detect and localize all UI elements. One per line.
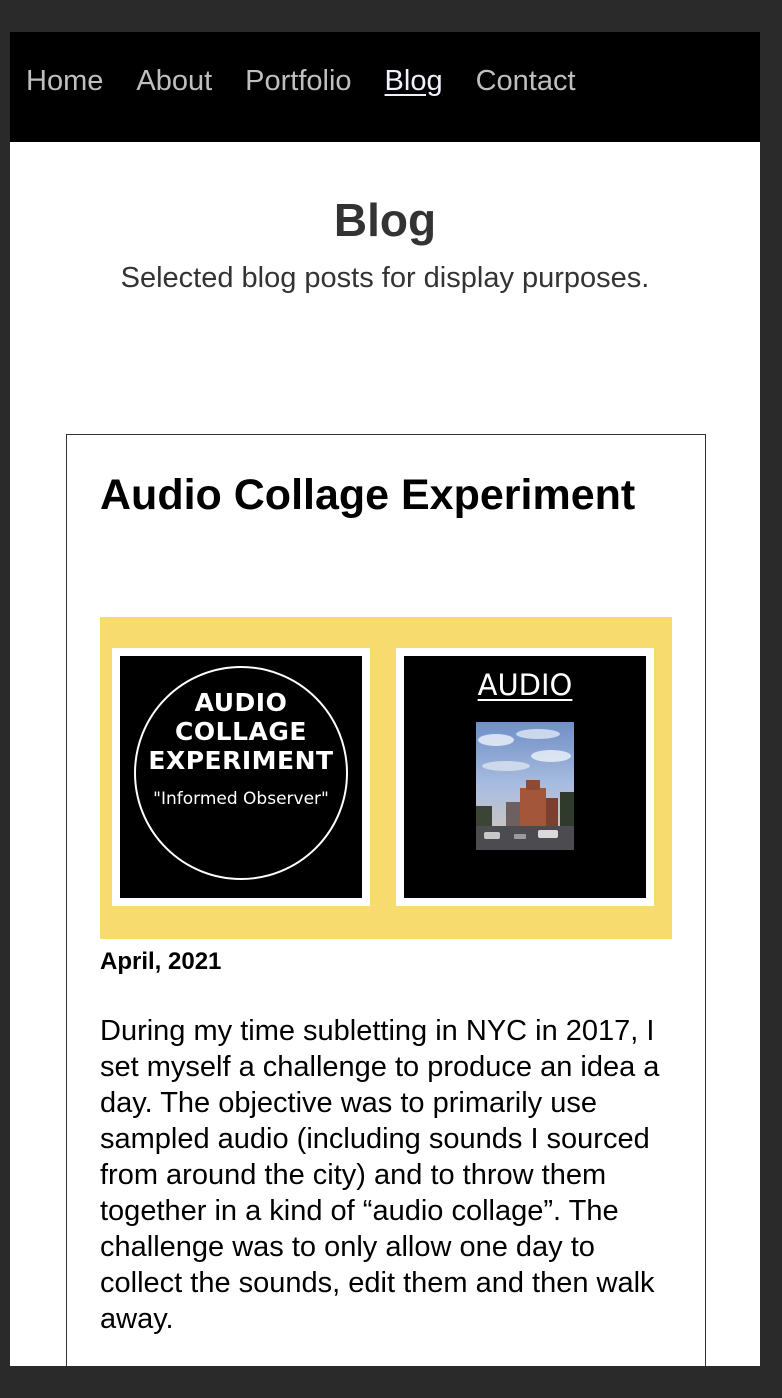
cover-audio-tile: AUDIO (396, 648, 654, 906)
page-subtitle: Selected blog posts for display purposes… (120, 262, 650, 294)
post-cover-image[interactable]: AUDIO COLLAGE EXPERIMENT "Informed Obser… (100, 617, 672, 939)
nav-link-home[interactable]: Home (26, 66, 103, 96)
city-street-photo (476, 722, 574, 850)
nav-link-portfolio[interactable]: Portfolio (245, 66, 351, 96)
cover-audio-background: AUDIO (404, 656, 646, 898)
page-viewport: Home About Portfolio Blog Contact Blog S… (10, 32, 760, 1366)
logo-line-collage: COLLAGE (175, 717, 307, 746)
nav-link-about[interactable]: About (136, 66, 212, 96)
logo-line-experiment: EXPERIMENT (148, 746, 334, 775)
post-body: During my time subletting in NYC in 2017… (100, 1015, 660, 1335)
audio-tile-title: AUDIO (477, 668, 573, 702)
top-navbar: Home About Portfolio Blog Contact (10, 32, 760, 142)
cover-logo-background: AUDIO COLLAGE EXPERIMENT "Informed Obser… (120, 656, 362, 898)
logo-line-audio: AUDIO (194, 688, 288, 717)
post-date: April, 2021 (100, 948, 222, 975)
blog-post-card: Audio Collage Experiment AUDIO COLLAGE E… (66, 434, 706, 1366)
page-title: Blog (333, 194, 437, 246)
page-header: Blog Selected blog posts for display pur… (10, 142, 760, 296)
audio-collage-logo: AUDIO COLLAGE EXPERIMENT "Informed Obser… (134, 666, 348, 880)
post-title[interactable]: Audio Collage Experiment (100, 467, 660, 523)
nav-link-contact[interactable]: Contact (476, 66, 576, 96)
nav-link-blog[interactable]: Blog (385, 66, 443, 96)
logo-subtitle: "Informed Observer" (153, 789, 329, 809)
cover-logo-tile: AUDIO COLLAGE EXPERIMENT "Informed Obser… (112, 648, 370, 906)
